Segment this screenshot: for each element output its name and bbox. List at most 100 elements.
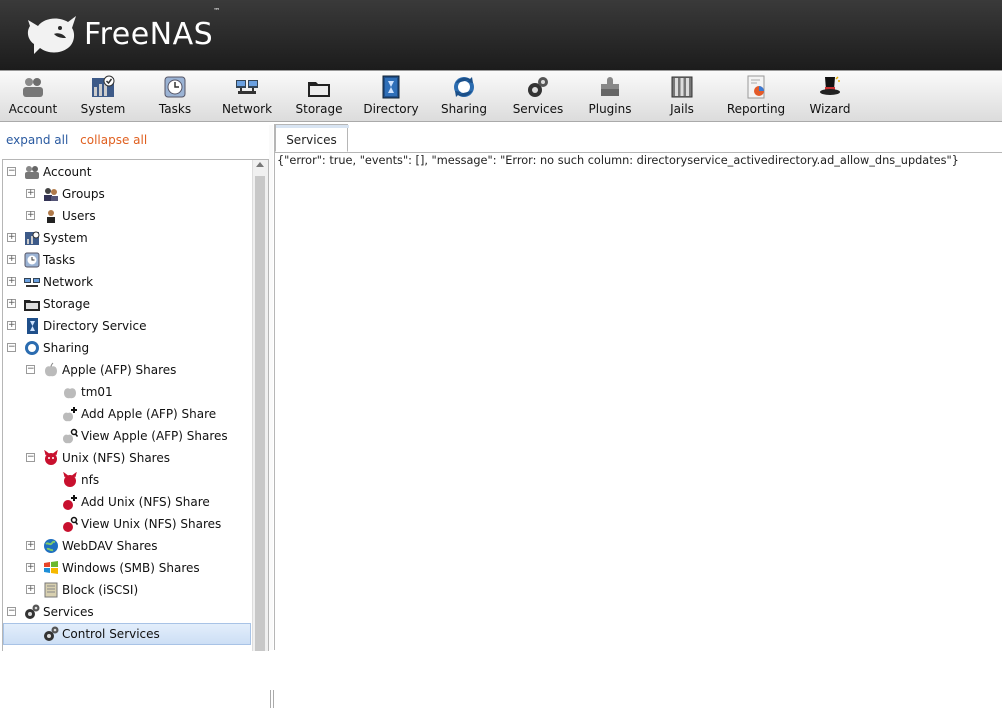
- pane-splitter[interactable]: [269, 125, 274, 708]
- add-apple-share-icon: [63, 407, 77, 422]
- wizard-icon: [820, 76, 840, 95]
- tree-item-users[interactable]: + Users: [3, 205, 251, 227]
- tree-item-groups[interactable]: + Groups: [3, 183, 251, 205]
- block-storage-icon: [44, 582, 58, 598]
- collapse-all-link[interactable]: collapse all: [80, 133, 147, 147]
- sharing-icon: [454, 77, 474, 97]
- toolbar-network-button[interactable]: Network: [214, 75, 280, 119]
- groups-icon: [44, 188, 58, 201]
- toolbar-jails-button[interactable]: Jails: [649, 75, 715, 119]
- toolbar-plugins-button[interactable]: Plugins: [577, 75, 643, 119]
- toolbar-system-button[interactable]: System: [70, 75, 136, 119]
- services-icon: [25, 604, 40, 619]
- toolbar-services-button[interactable]: Services: [505, 75, 571, 119]
- tree-item-directory-service[interactable]: + Directory Service: [3, 315, 251, 337]
- view-nfs-shares-icon: [63, 516, 78, 532]
- tab-label: Services: [286, 133, 337, 147]
- expand-toggle[interactable]: +: [26, 189, 35, 198]
- apple-icon: [64, 388, 76, 399]
- tree-item-storage[interactable]: + Storage: [3, 293, 251, 315]
- splitter-grip-icon[interactable]: [270, 690, 274, 708]
- globe-icon: [44, 539, 58, 553]
- expand-toggle[interactable]: +: [7, 233, 16, 242]
- collapse-toggle[interactable]: −: [26, 365, 35, 374]
- user-icon: [47, 210, 55, 223]
- tree-item-view-nfs-shares[interactable]: View Unix (NFS) Shares: [3, 513, 251, 535]
- freenas-logo[interactable]: FreeNAS™: [24, 6, 221, 56]
- expand-toggle[interactable]: +: [26, 585, 35, 594]
- expand-all-link[interactable]: expand all: [6, 133, 68, 147]
- tree-item-nfs[interactable]: nfs: [3, 469, 251, 491]
- storage-icon: [308, 82, 330, 97]
- tree-item-view-afp-shares[interactable]: View Apple (AFP) Shares: [3, 425, 251, 447]
- tree-item-webdav-shares[interactable]: + WebDAV Shares: [3, 535, 251, 557]
- tree-item-system[interactable]: + System: [3, 227, 251, 249]
- services-icon: [44, 626, 59, 641]
- account-icon: [25, 166, 39, 179]
- tree-controls: expand all collapse all: [6, 133, 147, 147]
- collapse-toggle[interactable]: −: [26, 453, 35, 462]
- tree-item-control-services[interactable]: Control Services: [3, 623, 251, 645]
- collapse-toggle[interactable]: −: [7, 607, 16, 616]
- toolbar-reporting-button[interactable]: Reporting: [723, 75, 789, 119]
- tree-item-windows-smb-shares[interactable]: + Windows (SMB) Shares: [3, 557, 251, 579]
- bsd-daemon-icon: [63, 472, 77, 487]
- bsd-daemon-icon: [44, 450, 58, 465]
- tree-item-add-afp-share[interactable]: Add Apple (AFP) Share: [3, 403, 251, 425]
- expand-toggle[interactable]: +: [7, 277, 16, 286]
- tree-item-apple-afp-shares[interactable]: − Apple (AFP) Shares: [3, 359, 251, 381]
- tree-scrollbar[interactable]: [252, 160, 268, 651]
- navigation-tree: − Account + Groups + Users + System + Ta…: [2, 159, 269, 651]
- services-icon: [528, 77, 548, 97]
- scrollbar-thumb[interactable]: [255, 176, 265, 651]
- directory-icon: [27, 318, 38, 334]
- tab-services[interactable]: Services: [275, 124, 349, 152]
- tasks-icon: [164, 76, 186, 98]
- windows-icon: [44, 561, 58, 574]
- tab-highlight: [276, 125, 349, 128]
- tab-bar: Services: [275, 124, 1002, 153]
- network-icon: [24, 278, 40, 287]
- error-message: {"error": true, "events": [], "message":…: [277, 154, 959, 167]
- plugins-icon: [601, 77, 619, 96]
- toolbar-storage-button[interactable]: Storage: [286, 75, 352, 119]
- expand-toggle[interactable]: +: [26, 541, 35, 550]
- shark-logo-icon: [27, 16, 76, 54]
- tree-item-services[interactable]: − Services: [3, 601, 251, 623]
- tree-item-tasks[interactable]: + Tasks: [3, 249, 251, 271]
- expand-toggle[interactable]: +: [7, 321, 16, 330]
- system-icon: [92, 75, 115, 97]
- sharing-icon: [25, 341, 39, 355]
- toolbar-directory-button[interactable]: Directory: [358, 75, 424, 119]
- storage-icon: [24, 300, 40, 311]
- toolbar-sharing-button[interactable]: Sharing: [431, 75, 497, 119]
- tree-item-account[interactable]: − Account: [3, 161, 251, 183]
- apple-icon: [45, 362, 57, 377]
- logo-text: FreeNAS™: [84, 6, 221, 52]
- expand-toggle[interactable]: +: [26, 211, 35, 220]
- tree-item-block-iscsi[interactable]: + Block (iSCSI): [3, 579, 251, 601]
- scroll-up-arrow-icon[interactable]: [256, 162, 264, 167]
- tree-item-network[interactable]: + Network: [3, 271, 251, 293]
- tree-item-unix-nfs-shares[interactable]: − Unix (NFS) Shares: [3, 447, 251, 469]
- account-icon: [23, 78, 43, 97]
- toolbar-account-button[interactable]: Account: [0, 75, 66, 119]
- directory-icon: [382, 75, 400, 99]
- toolbar-wizard-button[interactable]: Wizard: [797, 75, 863, 119]
- app-header: FreeNAS™: [0, 0, 1002, 70]
- reporting-icon: [747, 75, 765, 99]
- collapse-toggle[interactable]: −: [7, 343, 16, 352]
- tree-item-sharing[interactable]: − Sharing: [3, 337, 251, 359]
- tree-item-add-nfs-share[interactable]: Add Unix (NFS) Share: [3, 491, 251, 513]
- expand-toggle[interactable]: +: [7, 299, 16, 308]
- expand-toggle[interactable]: +: [26, 563, 35, 572]
- jails-icon: [671, 76, 693, 98]
- toolbar-tasks-button[interactable]: Tasks: [142, 75, 208, 119]
- tasks-icon: [24, 252, 40, 268]
- collapse-toggle[interactable]: −: [7, 167, 16, 176]
- expand-toggle[interactable]: +: [7, 255, 16, 264]
- tree-item-tm01[interactable]: tm01: [3, 381, 251, 403]
- main-toolbar: Account System Tasks Network Storage Dir…: [0, 70, 1002, 122]
- system-icon: [25, 231, 40, 245]
- view-apple-shares-icon: [63, 428, 78, 444]
